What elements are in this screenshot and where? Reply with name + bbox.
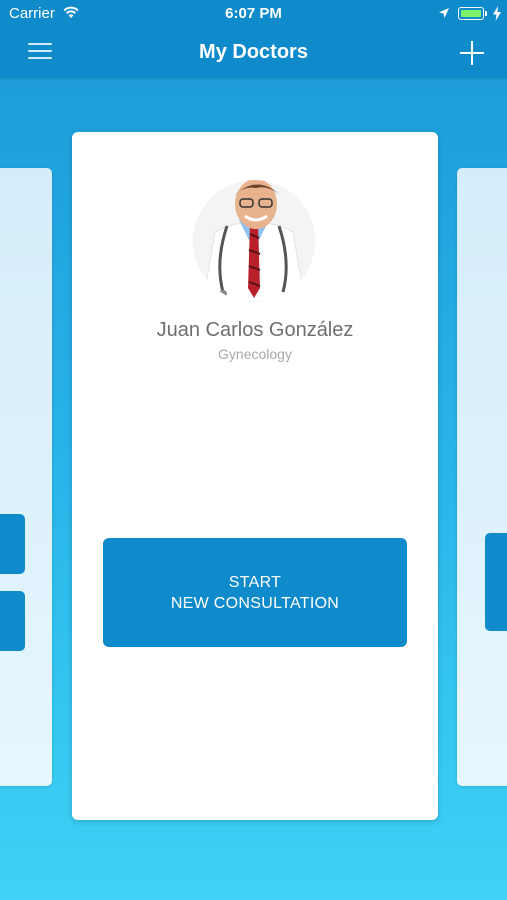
clock-time: 6:07 PM: [225, 5, 282, 22]
page-title: My Doctors: [199, 41, 308, 63]
battery-tip: [485, 11, 487, 16]
location-arrow-icon: [439, 8, 449, 18]
previous-card-button-top[interactable]: [0, 514, 25, 574]
doctor-name: Juan Carlos González: [156, 319, 354, 341]
start-consultation-line2: NEW CONSULTATION: [170, 594, 340, 612]
next-card-button[interactable]: [485, 533, 507, 631]
start-consultation-line1: START: [228, 573, 282, 591]
previous-card-button-bottom[interactable]: [0, 591, 25, 651]
doctor-card: Juan Carlos González Gynecology START NE…: [72, 132, 438, 820]
doctor-photo: [193, 180, 315, 302]
doctor-avatar: [193, 180, 315, 302]
nav-bar: My Doctors: [0, 28, 507, 78]
charging-bolt-icon: [493, 6, 501, 21]
next-doctor-card[interactable]: [457, 168, 507, 786]
doctor-specialty: Gynecology: [218, 346, 292, 362]
battery-icon: [458, 7, 484, 20]
plus-icon[interactable]: [460, 41, 484, 65]
start-consultation-button[interactable]: START NEW CONSULTATION: [103, 538, 407, 647]
status-bar: Carrier 6:07 PM: [0, 0, 507, 28]
previous-doctor-card[interactable]: [0, 168, 52, 786]
